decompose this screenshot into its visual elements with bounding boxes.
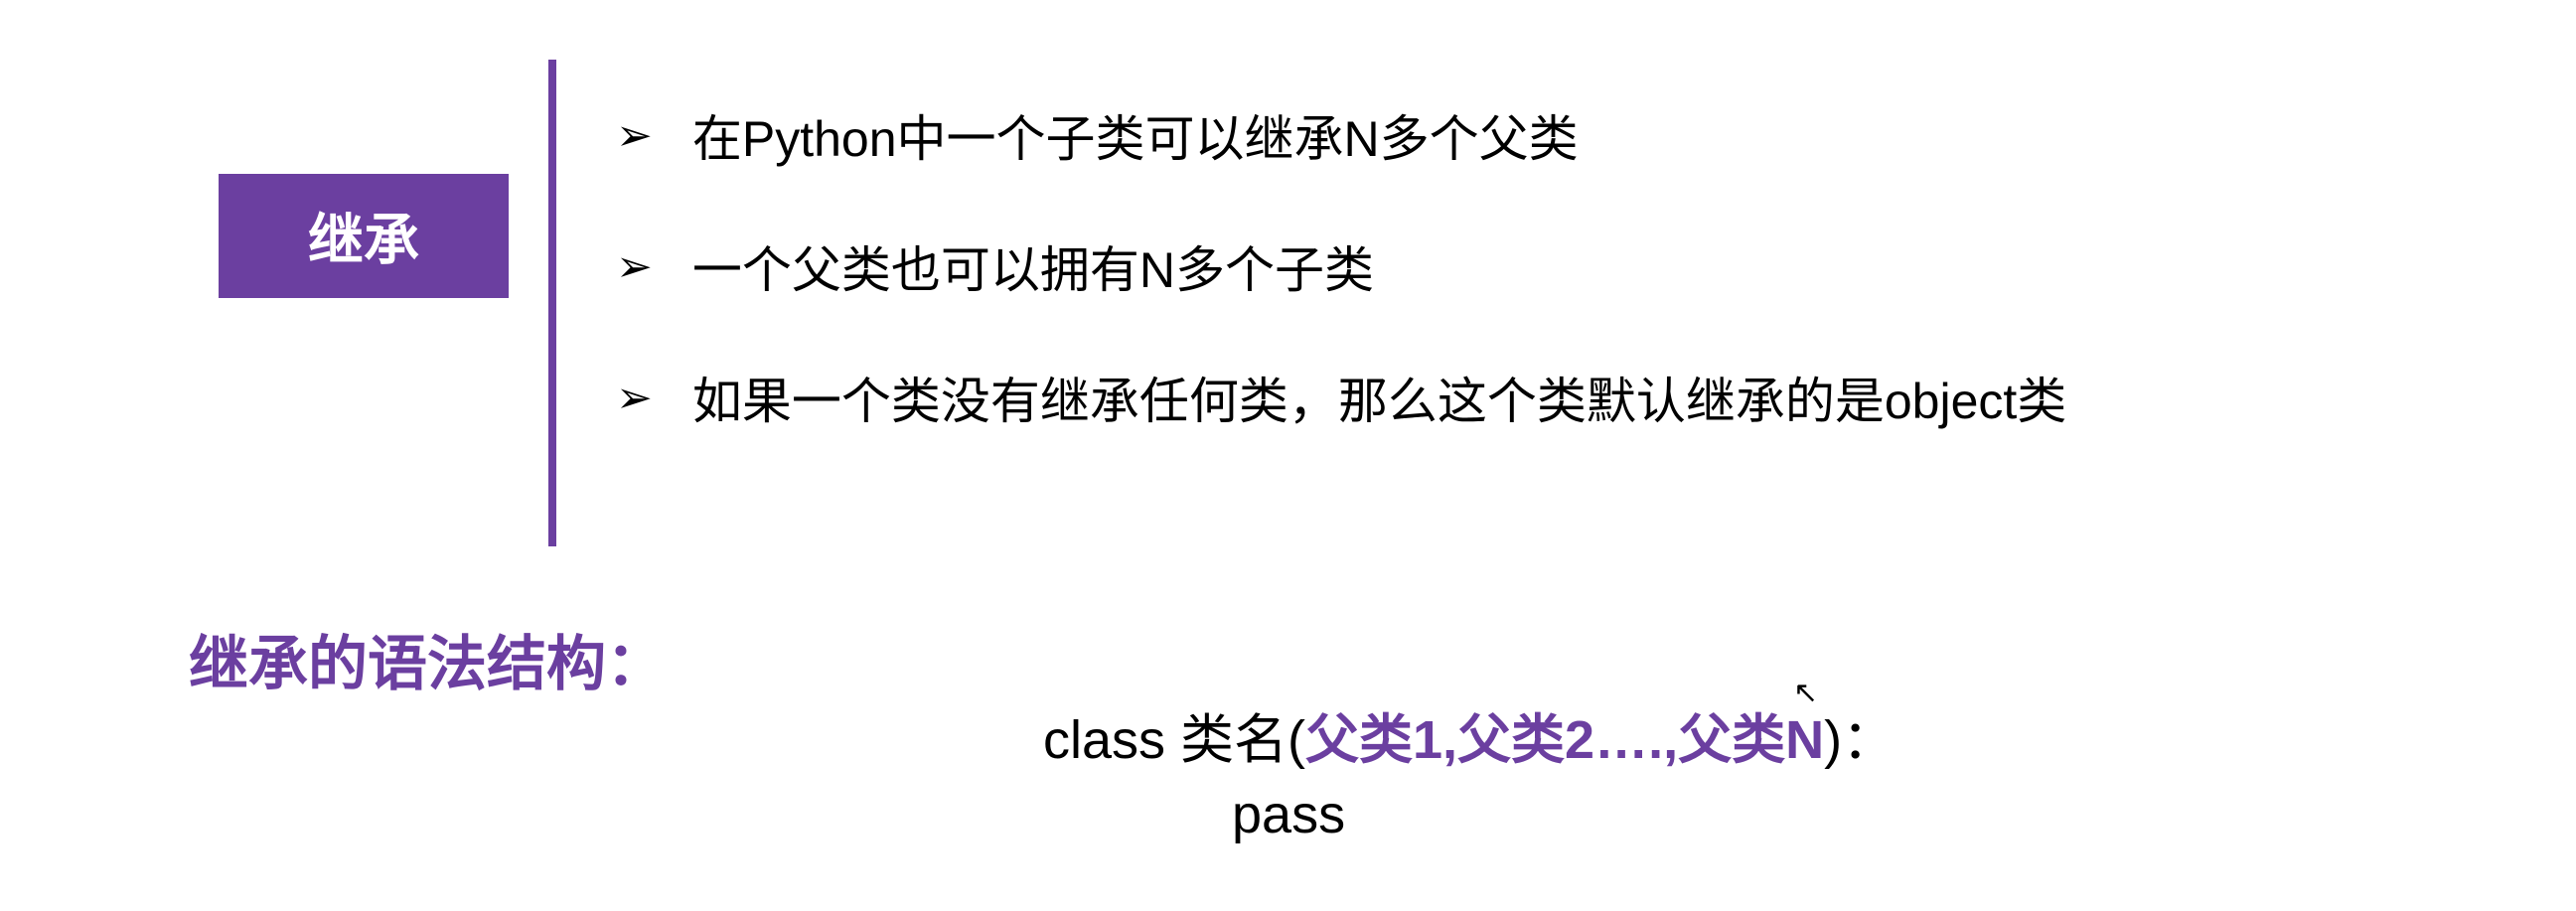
title-badge: 继承 — [219, 174, 509, 298]
bullet-item: ➢ 一个父类也可以拥有N多个子类 — [616, 230, 2066, 302]
code-line-2: pass — [1043, 784, 1895, 845]
code-suffix: )： — [1824, 710, 1895, 770]
bullet-marker-icon: ➢ — [616, 373, 653, 423]
bullet-list: ➢ 在Python中一个子类可以继承N多个父类 ➢ 一个父类也可以拥有N多个子类… — [616, 60, 2066, 493]
bullet-marker-icon: ➢ — [616, 241, 653, 292]
top-section: 继承 ➢ 在Python中一个子类可以继承N多个父类 ➢ 一个父类也可以拥有N多… — [0, 0, 2576, 546]
bullet-text: 如果一个类没有继承任何类，那么这个类默认继承的是object类 — [692, 362, 2066, 433]
bullet-text: 在Python中一个子类可以继承N多个父类 — [692, 99, 1579, 171]
syntax-code-block: class 类名(父类1,父类2….,父类N)： pass — [1043, 695, 1895, 845]
code-params: 父类1,父类2….,父类N — [1305, 710, 1824, 770]
vertical-divider — [548, 60, 556, 546]
code-line-1: class 类名(父类1,父类2….,父类N)： — [1043, 695, 1895, 774]
bullet-item: ➢ 在Python中一个子类可以继承N多个父类 — [616, 99, 2066, 171]
syntax-heading: 继承的语法结构： — [189, 616, 666, 702]
cursor-icon: ↖ — [1793, 676, 1818, 710]
bullet-item: ➢ 如果一个类没有继承任何类，那么这个类默认继承的是object类 — [616, 362, 2066, 433]
bullet-marker-icon: ➢ — [616, 110, 653, 161]
code-prefix: class 类名( — [1043, 710, 1305, 770]
bullet-text: 一个父类也可以拥有N多个子类 — [692, 230, 1374, 302]
